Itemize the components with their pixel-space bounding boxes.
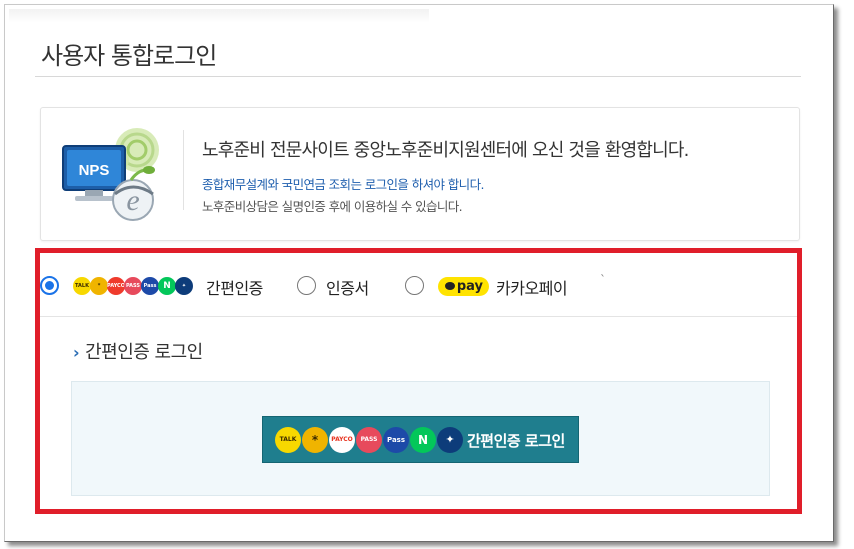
stray-mark: ` (600, 273, 606, 287)
welcome-divider (183, 130, 184, 210)
label-certificate[interactable]: 인증서 (326, 275, 369, 299)
simple-login-button[interactable]: TALK * PAYCO PASS Pass N ✦ 간편인증 로그인 (262, 416, 579, 463)
simple-login-section-title: › 간편인증 로그인 (73, 338, 203, 364)
welcome-heading: 노후준비 전문사이트 중앙노후준비지원센터에 오신 것을 환영합니다. (202, 140, 689, 161)
toss-icon: * (302, 427, 328, 453)
shinhan-icon: ✦ (437, 427, 463, 453)
naver-icon: N (158, 277, 176, 295)
chevron-right-icon: › (73, 343, 80, 362)
toss-icon: * (90, 277, 108, 295)
provider-icons-group: TALK * PAYCO PASS Pass N ✦ (73, 277, 198, 295)
samsung-pass-icon: Pass (141, 277, 159, 295)
radio-simple-auth[interactable] (40, 276, 59, 295)
frame-top-edge (9, 9, 429, 23)
page-title: 사용자 통합로그인 (41, 42, 217, 70)
kakao-talk-icon: TALK (73, 277, 91, 295)
consult-notice: 노후준비상담은 실명인증 후에 이용하실 수 있습니다. (202, 199, 463, 214)
simple-login-button-label: 간편인증 로그인 (467, 432, 565, 450)
label-simple-auth[interactable]: 간편인증 (206, 275, 263, 299)
svg-text:NPS: NPS (79, 162, 110, 179)
kakaopay-badge: pay (438, 277, 489, 296)
simple-login-panel: TALK * PAYCO PASS Pass N ✦ 간편인증 로그인 (71, 381, 770, 496)
payco-icon: PAYCO (107, 277, 125, 295)
pass-icon: PASS (124, 277, 142, 295)
shinhan-icon: ✦ (175, 277, 193, 295)
nps-logo-icon: NPS e (62, 128, 159, 221)
samsung-pass-icon: Pass (383, 427, 409, 453)
section-title-text: 간편인증 로그인 (85, 342, 203, 363)
naver-icon: N (410, 427, 436, 453)
payco-icon: PAYCO (329, 427, 355, 453)
button-provider-icons: TALK * PAYCO PASS Pass N ✦ (275, 427, 463, 453)
login-required-notice: 종합재무설계와 국민연금 조회는 로그인을 하셔야 합니다. (202, 177, 484, 192)
auth-highlight-box: TALK * PAYCO PASS Pass N ✦ 간편인증 인증서 pay … (35, 248, 802, 514)
kakao-talk-icon: TALK (275, 427, 301, 453)
radio-kakaopay[interactable] (405, 276, 424, 295)
auth-method-selector: TALK * PAYCO PASS Pass N ✦ 간편인증 인증서 pay … (40, 253, 797, 317)
welcome-box: NPS e 노후준비 전문사이트 중앙노후준비지원센터에 오신 것을 환영합니다… (40, 107, 800, 241)
pass-icon: PASS (356, 427, 382, 453)
radio-certificate[interactable] (297, 276, 316, 295)
label-kakaopay[interactable]: 카카오페이 (496, 275, 568, 299)
title-divider (35, 76, 801, 77)
window-frame: 사용자 통합로그인 NPS e 노후준비 전문사이트 중앙노후준비지원센터에 오… (4, 4, 834, 542)
